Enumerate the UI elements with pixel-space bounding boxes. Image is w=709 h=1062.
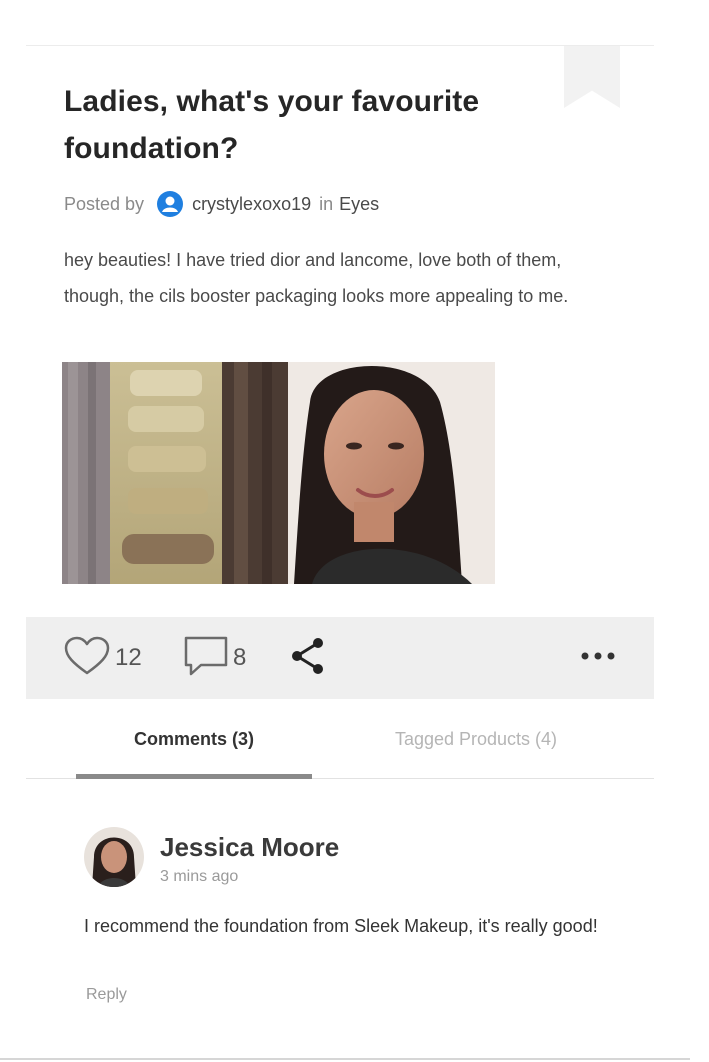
in-label: in [319,193,334,214]
comment-count: 8 [233,644,247,671]
post-author-link[interactable]: crystylexoxo19 [192,194,311,215]
speech-bubble-icon [183,635,229,682]
posted-by-label: Posted by [64,193,145,214]
comment-text: I recommend the foundation from Sleek Ma… [84,916,598,936]
avatar[interactable] [84,827,144,887]
more-dots-icon [578,649,618,667]
like-count: 12 [115,644,142,671]
user-icon [156,190,184,218]
post-category-link[interactable]: Eyes [339,194,379,215]
divider [0,1058,690,1060]
comment-timestamp: 3 mins ago [160,868,239,885]
more-options-button[interactable] [578,617,618,699]
share-icon [288,636,328,681]
comment-author[interactable]: Jessica Moore [160,832,339,863]
heart-icon [63,636,111,681]
post-image[interactable] [62,362,495,584]
post-tabs: Comments (3) Tagged Products (4) [26,700,654,779]
post-title: Ladies, what's your favourite foundation… [64,85,480,165]
like-button[interactable]: 12 [63,617,142,699]
tab-tagged-products[interactable]: Tagged Products (4) [366,700,586,778]
post-meta: Posted by crystylexoxo19 in Eyes [64,189,379,219]
post-action-bar: 12 8 [26,617,654,699]
post-body: hey beauties! I have tried dior and lanc… [64,250,569,306]
reply-link[interactable]: Reply [86,986,127,1004]
tab-comments[interactable]: Comments (3) [76,700,312,779]
comment-button[interactable]: 8 [183,617,246,699]
share-button[interactable] [288,617,328,699]
